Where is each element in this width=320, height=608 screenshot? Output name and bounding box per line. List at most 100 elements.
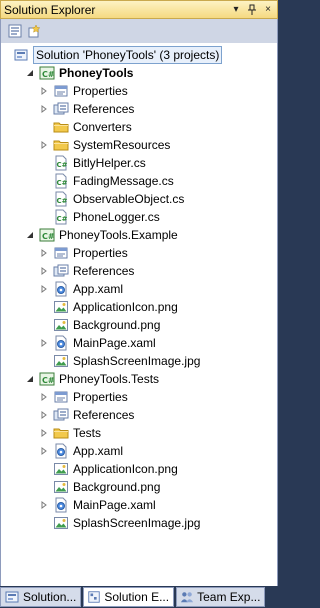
solution-label: Solution 'PhoneyTools' (3 projects) — [33, 46, 223, 64]
tree-item[interactable]: Properties — [39, 82, 128, 100]
close-icon[interactable]: × — [261, 2, 275, 17]
show-all-files-button[interactable] — [25, 22, 45, 40]
tab-label: Team Exp... — [197, 590, 261, 604]
solution-explorer-icon — [87, 590, 101, 604]
tree-item-label: BitlyHelper.cs — [73, 156, 146, 170]
xaml-file-icon — [53, 281, 69, 297]
tree-item[interactable]: ApplicationIcon.png — [39, 298, 178, 316]
collapsed-arrow-icon[interactable] — [39, 244, 49, 262]
project-node[interactable]: C# PhoneyTools — [25, 64, 133, 82]
tree-item-label: App.xaml — [73, 444, 124, 458]
solution-node[interactable]: Solution 'PhoneyTools' (3 projects) — [1, 46, 223, 64]
project-node[interactable]: C# PhoneyTools.Tests — [25, 370, 159, 388]
dropdown-icon[interactable]: ▾ — [229, 2, 243, 17]
tree-item-label: MainPage.xaml — [73, 498, 156, 512]
project-icon: C# — [39, 65, 55, 81]
tree-item-label: Properties — [73, 390, 128, 404]
tab-solution-explorer[interactable]: Solution E... — [83, 587, 175, 607]
tree-item-label: Tests — [73, 426, 102, 440]
tree-item[interactable]: Tests — [39, 424, 101, 442]
tree-item[interactable]: Properties — [39, 244, 128, 262]
solution-tree[interactable]: Solution 'PhoneyTools' (3 projects) C# Pho… — [0, 43, 278, 586]
tree-item-label: References — [73, 102, 135, 116]
tree-item-label: MainPage.xaml — [73, 336, 156, 350]
references-icon — [53, 407, 69, 423]
tree-item-label: References — [73, 264, 135, 278]
tree-item[interactable]: C# PhoneLogger.cs — [39, 208, 160, 226]
collapsed-arrow-icon[interactable] — [39, 100, 49, 118]
collapsed-arrow-icon[interactable] — [39, 424, 49, 442]
collapsed-arrow-icon[interactable] — [39, 388, 49, 406]
expanded-arrow-icon[interactable] — [25, 370, 35, 388]
tree-item[interactable]: Properties — [39, 388, 128, 406]
collapsed-arrow-icon[interactable] — [39, 496, 49, 514]
tree-item[interactable]: MainPage.xaml — [39, 334, 156, 352]
svg-text:C#: C# — [57, 215, 68, 223]
project-icon: C# — [39, 371, 55, 387]
image-file-icon — [53, 317, 69, 333]
tree-item[interactable]: MainPage.xaml — [39, 496, 156, 514]
collapsed-arrow-icon[interactable] — [39, 334, 49, 352]
tree-item[interactable]: References — [39, 406, 134, 424]
solution-icon — [4, 589, 20, 605]
csharp-file-icon: C# — [53, 209, 69, 225]
project-name: PhoneyTools — [59, 66, 134, 80]
toolbar — [0, 19, 278, 43]
tree-item[interactable]: App.xaml — [39, 280, 123, 298]
properties-button[interactable] — [5, 22, 25, 40]
tab-solution[interactable]: Solution... — [0, 587, 82, 607]
tree-item[interactable]: C# ObservableObject.cs — [39, 190, 184, 208]
svg-text:C#: C# — [57, 197, 68, 205]
tree-item-label: SplashScreenImage.jpg — [73, 354, 201, 368]
svg-text:C#: C# — [57, 161, 68, 169]
tree-item-label: SplashScreenImage.jpg — [73, 516, 201, 530]
collapsed-arrow-icon[interactable] — [39, 406, 49, 424]
tree-item-label: ObservableObject.cs — [73, 192, 185, 206]
tree-item[interactable]: App.xaml — [39, 442, 123, 460]
tree-item-label: Converters — [73, 120, 132, 134]
tree-item-label: Properties — [73, 246, 128, 260]
team-explorer-icon — [180, 590, 194, 604]
tree-item[interactable]: C# FadingMessage.cs — [39, 172, 174, 190]
tree-item-label: ApplicationIcon.png — [73, 300, 178, 314]
expanded-arrow-icon[interactable] — [25, 226, 35, 244]
folder-icon — [53, 425, 69, 441]
csharp-file-icon: C# — [53, 155, 69, 171]
tree-item[interactable]: References — [39, 100, 134, 118]
image-file-icon — [53, 461, 69, 477]
csharp-file-icon: C# — [53, 173, 69, 189]
collapsed-arrow-icon[interactable] — [39, 442, 49, 460]
tree-item[interactable]: Converters — [39, 118, 132, 136]
tree-item[interactable]: ApplicationIcon.png — [39, 460, 178, 478]
collapsed-arrow-icon[interactable] — [39, 280, 49, 298]
tree-item[interactable]: Background.png — [39, 316, 160, 334]
expanded-arrow-icon[interactable] — [25, 64, 35, 82]
tree-item[interactable]: SplashScreenImage.jpg — [39, 514, 200, 532]
tree-item[interactable]: SystemResources — [39, 136, 170, 154]
tree-item[interactable]: C# BitlyHelper.cs — [39, 154, 146, 172]
tree-item[interactable]: SplashScreenImage.jpg — [39, 352, 200, 370]
show-all-files-icon — [28, 24, 41, 38]
project-node[interactable]: C# PhoneyTools.Example — [25, 226, 178, 244]
tab-team-explorer[interactable]: Team Exp... — [176, 587, 266, 607]
title-bar[interactable]: Solution Explorer ▾ × — [0, 0, 278, 19]
tree-expander — [1, 46, 9, 64]
collapsed-arrow-icon[interactable] — [39, 82, 49, 100]
tree-item[interactable]: References — [39, 262, 134, 280]
tree-item-label: References — [73, 408, 135, 422]
xaml-file-icon — [53, 443, 69, 459]
pin-icon[interactable] — [245, 2, 259, 17]
collapsed-arrow-icon[interactable] — [39, 136, 49, 154]
folder-icon — [53, 137, 69, 153]
properties-icon — [53, 389, 69, 405]
tree-item[interactable]: Background.png — [39, 478, 160, 496]
folder-icon — [53, 119, 69, 135]
tab-label: Solution E... — [104, 590, 170, 604]
collapsed-arrow-icon[interactable] — [39, 262, 49, 280]
